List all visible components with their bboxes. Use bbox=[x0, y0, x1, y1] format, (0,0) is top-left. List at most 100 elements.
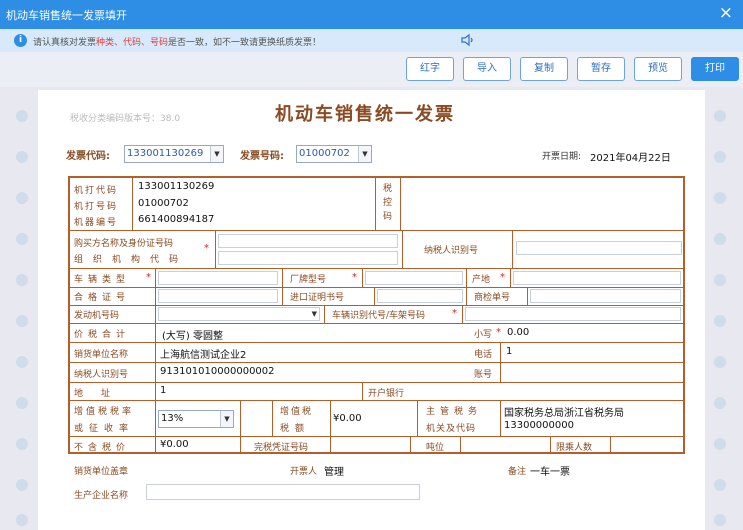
import-cert-label: 进口证明书号 bbox=[290, 290, 344, 303]
punch-hole bbox=[16, 151, 28, 163]
authority-code-value: 13300000000 bbox=[504, 420, 574, 431]
inspection-number-label: 商检单号 bbox=[474, 290, 510, 303]
buyer-name-label: 购买方名称及身份证号码 bbox=[74, 236, 173, 249]
buyer-taxpayer-id-input[interactable] bbox=[516, 241, 682, 255]
punch-hole bbox=[714, 233, 726, 245]
window-title: 机动车销售统一发票填开 bbox=[6, 7, 127, 23]
chevron-down-icon: ▼ bbox=[358, 146, 371, 162]
punch-hole bbox=[16, 274, 28, 286]
total-upper-value: (大写) 零圆整 bbox=[162, 327, 223, 342]
machine-code-label: 机打代码 bbox=[74, 183, 118, 196]
print-button[interactable]: 打印 bbox=[691, 57, 739, 81]
remark-label: 备注 bbox=[508, 464, 526, 477]
vat-rate-select[interactable]: 13%▼ bbox=[158, 410, 234, 428]
punch-hole bbox=[714, 192, 726, 204]
punch-hole bbox=[714, 356, 726, 368]
vin-input[interactable] bbox=[465, 307, 681, 321]
import-cert-input[interactable] bbox=[377, 289, 463, 303]
machine-serial-value: 661400894187 bbox=[138, 214, 214, 225]
seller-seal-label: 销货单位盖章 bbox=[74, 464, 128, 477]
address-value: 1 bbox=[160, 385, 166, 396]
punch-hole bbox=[16, 397, 28, 409]
vehicle-type-input[interactable] bbox=[158, 271, 278, 285]
notice-bar: i 请认真核对发票种类、代码、号码是否一致，如不一致请更换纸质发票！ bbox=[0, 29, 743, 52]
duty-cert-label: 完税凭证号码 bbox=[254, 440, 308, 453]
machine-code-value: 133001130269 bbox=[138, 181, 214, 192]
brand-model-input[interactable] bbox=[365, 271, 463, 285]
chevron-down-icon: ▼ bbox=[210, 146, 223, 162]
punch-hole bbox=[16, 233, 28, 245]
invoice-code-label: 发票代码: bbox=[66, 147, 110, 162]
copy-button[interactable]: 复制 bbox=[520, 57, 568, 81]
punch-hole bbox=[714, 479, 726, 491]
origin-label: 产地 bbox=[472, 272, 490, 285]
account-label: 账号 bbox=[474, 367, 492, 380]
machine-serial-label: 机器编号 bbox=[74, 215, 118, 228]
punch-hole bbox=[714, 315, 726, 327]
issuer-value: 管理 bbox=[324, 463, 344, 478]
authority-name-value: 国家税务总局浙江省税务局 bbox=[504, 404, 624, 419]
origin-input[interactable] bbox=[513, 271, 681, 285]
invoice-number-select[interactable]: 01000702▼ bbox=[296, 145, 372, 163]
authority-label-2: 机关及代码 bbox=[426, 421, 476, 434]
vin-label: 车辆识别代号/车架号码 bbox=[332, 308, 425, 321]
invoice-code-select[interactable]: 133001130269▼ bbox=[124, 145, 224, 163]
punch-hole bbox=[16, 315, 28, 327]
info-icon: i bbox=[14, 34, 27, 47]
bank-label: 开户银行 bbox=[368, 386, 404, 399]
vat-tax-value: ¥0.00 bbox=[333, 413, 362, 424]
vat-rate-label-1: 增值税税率 bbox=[74, 404, 134, 417]
cert-number-input[interactable] bbox=[158, 289, 278, 303]
issue-date-value: 2021年04月22日 bbox=[590, 149, 671, 164]
punch-hole bbox=[16, 110, 28, 122]
vehicle-type-label: 车辆类型 bbox=[74, 272, 130, 285]
total-lower-value: 0.00 bbox=[507, 327, 529, 338]
save-draft-button[interactable]: 暂存 bbox=[577, 57, 625, 81]
vat-tax-label-1: 增值税 bbox=[280, 404, 313, 417]
punch-hole bbox=[714, 514, 726, 526]
punch-hole bbox=[16, 356, 28, 368]
buyer-org-code-label: 组织机构代码 bbox=[74, 252, 188, 265]
punch-hole bbox=[714, 397, 726, 409]
tonnage-label: 吨位 bbox=[426, 440, 444, 453]
tax-control-label: 税控码 bbox=[383, 182, 393, 224]
phone-value: 1 bbox=[506, 346, 512, 357]
close-icon[interactable]: × bbox=[719, 3, 733, 23]
price-excl-tax-label: 不含税价 bbox=[74, 440, 130, 453]
preview-button[interactable]: 预览 bbox=[634, 57, 682, 81]
vat-rate-label-2: 或征收率 bbox=[74, 421, 134, 434]
phone-label: 电话 bbox=[474, 347, 492, 360]
buyer-taxpayer-id-label: 纳税人识别号 bbox=[424, 243, 478, 256]
speaker-icon[interactable] bbox=[460, 32, 476, 48]
total-label: 价税合计 bbox=[74, 327, 130, 340]
invoice-title: 机动车销售统一发票 bbox=[275, 100, 455, 126]
manufacturer-label: 生产企业名称 bbox=[74, 488, 128, 501]
vat-tax-label-2: 税额 bbox=[280, 421, 310, 434]
punch-hole bbox=[714, 438, 726, 450]
engine-number-input[interactable]: ▼ bbox=[158, 307, 320, 321]
manufacturer-input[interactable] bbox=[146, 484, 420, 500]
price-excl-tax-value: ¥0.00 bbox=[160, 439, 189, 450]
buyer-org-code-input[interactable] bbox=[218, 251, 398, 265]
seller-taxpayer-id-label: 纳税人识别号 bbox=[74, 367, 128, 380]
inspection-number-input[interactable] bbox=[530, 289, 681, 303]
passenger-capacity-label: 限乘人数 bbox=[556, 440, 592, 453]
red-invoice-button[interactable]: 红字 bbox=[406, 57, 454, 81]
tax-code-version: 税收分类编码版本号：38.0 bbox=[70, 111, 180, 124]
punch-hole bbox=[16, 514, 28, 526]
address-label: 地址 bbox=[74, 386, 128, 399]
issuer-label: 开票人 bbox=[290, 464, 317, 477]
punch-hole bbox=[714, 110, 726, 122]
import-button[interactable]: 导入 bbox=[463, 57, 511, 81]
notice-message: 请认真核对发票种类、代码、号码是否一致，如不一致请更换纸质发票！ bbox=[33, 35, 321, 48]
seller-name-value: 上海航信测试企业2 bbox=[160, 346, 246, 361]
buyer-name-input[interactable] bbox=[218, 234, 398, 248]
seller-name-label: 销货单位名称 bbox=[74, 347, 128, 360]
brand-model-label: 厂牌型号 bbox=[290, 272, 326, 285]
punch-hole bbox=[714, 274, 726, 286]
chevron-down-icon: ▼ bbox=[312, 310, 317, 318]
seller-taxpayer-id-value: 913101010000000002 bbox=[160, 366, 275, 377]
punch-hole bbox=[16, 438, 28, 450]
punch-hole bbox=[16, 479, 28, 491]
engine-number-label: 发动机号码 bbox=[74, 308, 119, 321]
